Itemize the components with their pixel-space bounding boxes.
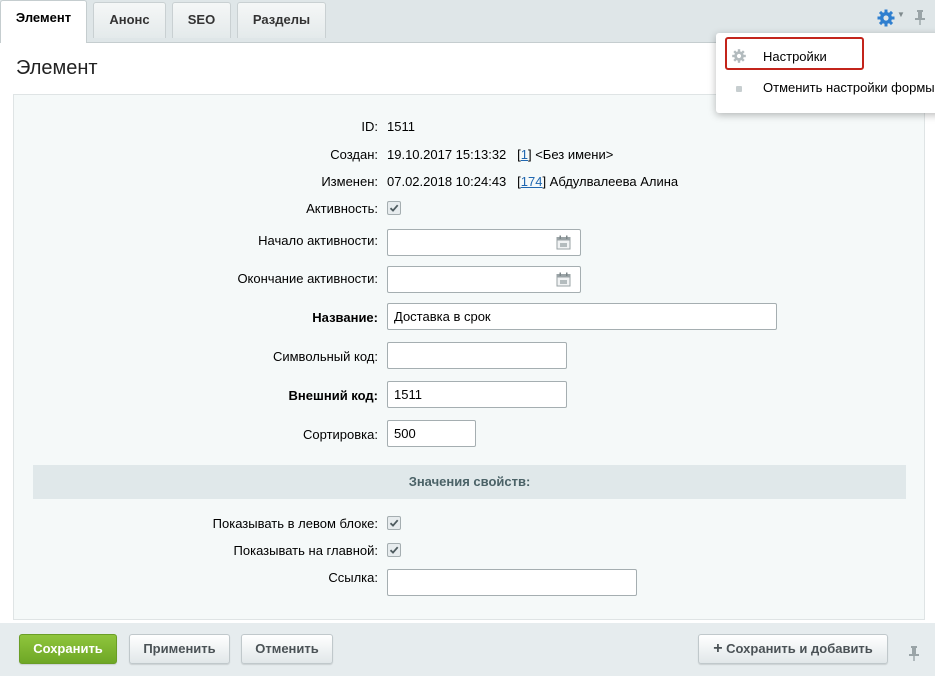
checkbox-check-icon [389, 546, 399, 554]
settings-gear-icon [732, 49, 746, 63]
checkbox-check-icon [389, 519, 399, 527]
created-value: 19.10.2017 15:13:32 [1] <Без имени> [387, 147, 613, 162]
modified-user-link[interactable]: 174 [521, 174, 543, 189]
save-and-add-label: Сохранить и добавить [726, 641, 873, 656]
show-main-label: Показывать на главной: [233, 543, 378, 558]
active-from-input[interactable] [387, 229, 581, 256]
pin-icon[interactable] [913, 9, 927, 25]
chevron-down-icon[interactable]: ▼ [897, 10, 905, 19]
calendar-icon[interactable] [556, 272, 571, 287]
apply-button[interactable]: Применить [129, 634, 230, 664]
code-label: Символьный код: [272, 349, 378, 364]
page-title: Элемент [16, 57, 98, 79]
active-label: Активность: [306, 201, 378, 216]
link-label: Ссылка: [328, 570, 378, 585]
plus-icon: + [713, 640, 723, 657]
menu-item-reset-form-settings[interactable]: Отменить настройки формы [763, 80, 935, 95]
sort-label: Сортировка: [303, 427, 378, 442]
id-label: ID: [361, 119, 378, 134]
id-value: 1511 [387, 119, 415, 134]
pin-icon[interactable] [907, 645, 921, 661]
save-and-add-button[interactable]: + Сохранить и добавить [698, 634, 888, 664]
created-user-link[interactable]: 1 [521, 147, 528, 162]
xml-id-input[interactable]: 1511 [387, 381, 567, 408]
save-button[interactable]: Сохранить [19, 634, 117, 664]
xml-id-label: Внешний код: [288, 388, 378, 403]
created-user-name: ] <Без имени> [527, 147, 614, 162]
settings-gear-icon[interactable] [876, 8, 896, 28]
active-to-label: Окончание активности: [237, 271, 378, 286]
show-main-checkbox[interactable] [387, 543, 401, 557]
modified-user-name: ] Абдулвалеева Алина [542, 174, 679, 189]
tab-sections[interactable]: Разделы [237, 2, 326, 38]
menu-item-settings[interactable]: Настройки [763, 49, 827, 64]
cancel-button[interactable]: Отменить [241, 634, 333, 664]
properties-section-header: Значения свойств: [33, 465, 906, 499]
show-left-checkbox[interactable] [387, 516, 401, 530]
active-checkbox[interactable] [387, 201, 401, 215]
name-label: Название: [312, 310, 378, 325]
checkbox-check-icon [389, 204, 399, 212]
tab-announce[interactable]: Анонс [93, 2, 166, 38]
created-date: 19.10.2017 15:13:32 [387, 147, 507, 162]
show-left-label: Показывать в левом блоке: [212, 516, 378, 531]
name-input[interactable]: Доставка в срок [387, 303, 777, 330]
calendar-icon[interactable] [556, 235, 571, 250]
settings-menu: Настройки Отменить настройки формы [716, 33, 935, 113]
code-input[interactable] [387, 342, 567, 369]
sort-input[interactable]: 500 [387, 420, 476, 447]
active-to-input[interactable] [387, 266, 581, 293]
link-input[interactable] [387, 569, 637, 596]
modified-value: 07.02.2018 10:24:43 [174] Абдулвалеева А… [387, 174, 678, 189]
tab-seo[interactable]: SEO [172, 2, 231, 38]
active-from-label: Начало активности: [258, 233, 378, 248]
created-label: Создан: [330, 147, 378, 162]
modified-date: 07.02.2018 10:24:43 [387, 174, 507, 189]
bullet-icon [736, 86, 742, 92]
tab-element[interactable]: Элемент [0, 0, 87, 43]
modified-label: Изменен: [321, 174, 378, 189]
